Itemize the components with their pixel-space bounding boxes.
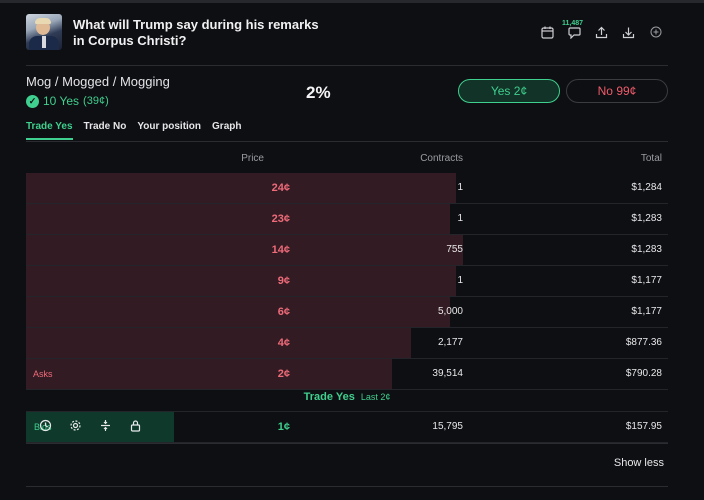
table-bottom-divider: [26, 443, 668, 444]
ask-total: $1,284: [631, 182, 662, 193]
ask-row[interactable]: 4¢ 2,177 $877.36: [26, 328, 668, 359]
ask-contracts: 755: [446, 244, 463, 255]
download-icon[interactable]: [622, 26, 636, 40]
header-divider: [26, 65, 668, 66]
footer-divider: [26, 486, 668, 487]
ask-price: 9¢: [277, 275, 290, 287]
ask-price: 4¢: [277, 337, 290, 349]
top-border: [0, 0, 704, 3]
ask-contracts: 1: [457, 182, 463, 193]
tab-trade-yes[interactable]: Trade Yes: [26, 121, 73, 140]
ask-contracts: 1: [457, 275, 463, 286]
contracts-header: Contracts: [420, 153, 463, 164]
add-icon[interactable]: [650, 26, 664, 40]
ask-contracts: 2,177: [437, 337, 463, 348]
buy-yes-button[interactable]: Yes 2¢: [458, 79, 560, 103]
show-less-link[interactable]: Show less: [570, 457, 664, 469]
spread-label: Trade Yes: [303, 391, 355, 403]
ask-contracts: 1: [457, 213, 463, 224]
chance-percent: 2%: [306, 83, 331, 102]
bid-price: 1¢: [277, 421, 290, 433]
bid-total: $157.95: [625, 421, 662, 432]
comment-icon[interactable]: [568, 26, 582, 40]
share-icon[interactable]: [595, 26, 609, 40]
ask-contracts: 5,000: [437, 306, 463, 317]
ask-row[interactable]: 6¢ 5,000 $1,177: [26, 297, 668, 328]
ask-total: $1,283: [631, 213, 662, 224]
ask-price: 14¢: [271, 244, 290, 256]
ask-row[interactable]: 14¢ 755 $1,283: [26, 235, 668, 266]
market-status: ✓ 10 Yes (39¢): [26, 94, 109, 108]
tab-your-position[interactable]: Your position: [137, 121, 201, 140]
calendar-icon[interactable]: [541, 26, 555, 40]
market-name: Mog / Mogged / Mogging: [26, 74, 170, 89]
spread-row[interactable]: Trade Yes Last 2¢: [26, 381, 668, 412]
total-header: Total: [640, 153, 662, 164]
event-thumbnail: [26, 14, 62, 50]
ask-total: $877.36: [625, 337, 662, 348]
ask-price: 23¢: [271, 213, 290, 225]
ask-price: 6¢: [277, 306, 290, 318]
orderbook-tabs: Trade Yes Trade No Your position Graph: [26, 121, 241, 140]
buy-no-button[interactable]: No 99¢: [566, 79, 668, 103]
ask-row[interactable]: 9¢ 1 $1,177: [26, 266, 668, 297]
ask-row[interactable]: 23¢ 1 $1,283: [26, 204, 668, 235]
ask-total: $1,177: [631, 306, 662, 317]
ask-row[interactable]: 24¢ 1 $1,284: [26, 173, 668, 204]
tab-graph[interactable]: Graph: [212, 121, 241, 140]
ask-price: 24¢: [271, 182, 290, 194]
event-title: What will Trump say during his remarks i…: [73, 17, 319, 48]
last-price: Last 2¢: [360, 392, 391, 402]
bid-row[interactable]: Bids 1¢ 15,795 $157.95: [26, 412, 668, 443]
price-header: Price: [241, 153, 264, 164]
bid-contracts: 15,795: [432, 421, 463, 432]
tabs-divider: [26, 141, 668, 142]
status-text: 10 Yes: [43, 94, 80, 108]
check-circle-icon: ✓: [26, 94, 39, 108]
ask-total: $1,283: [631, 244, 662, 255]
tab-trade-no[interactable]: Trade No: [84, 121, 127, 140]
status-detail: (39¢): [83, 95, 109, 107]
ask-total: $1,177: [631, 275, 662, 286]
